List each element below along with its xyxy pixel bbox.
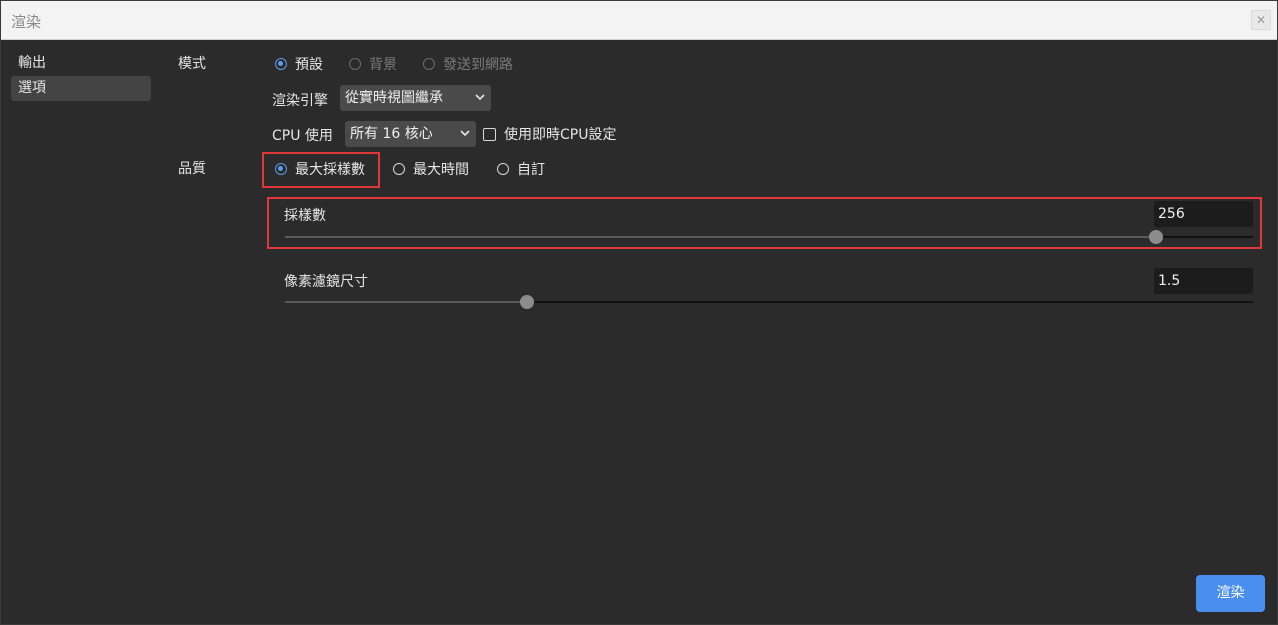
radio-label: 自訂 xyxy=(517,162,545,178)
render-dialog: 渲染 ✕ 輸出 選項 模式 預設 背景 發送到網路 渲染引擎 從實時視圖繼承 C… xyxy=(0,0,1278,625)
samples-slider-handle[interactable] xyxy=(1149,230,1164,244)
pixel-filter-label: 像素濾鏡尺寸 xyxy=(284,274,368,290)
samples-value: 256 xyxy=(1158,206,1185,222)
cpu-select[interactable]: 所有 16 核心 xyxy=(345,121,476,147)
sidebar-item-label: 選項 xyxy=(18,80,46,96)
sidebar-item-options[interactable]: 選項 xyxy=(11,76,151,101)
sidebar-item-label: 輸出 xyxy=(18,55,46,71)
mode-radio-default[interactable]: 預設 xyxy=(275,54,323,74)
samples-slider[interactable] xyxy=(285,230,1253,244)
radio-unchecked-icon xyxy=(393,163,405,175)
radio-unchecked-icon xyxy=(497,163,509,175)
cpu-label: CPU 使用 xyxy=(272,128,333,144)
chevron-down-icon xyxy=(460,130,470,136)
samples-label: 採樣數 xyxy=(284,208,326,224)
radio-checked-icon xyxy=(275,163,287,175)
pixel-filter-value: 1.5 xyxy=(1158,273,1181,289)
title-bar[interactable]: 渲染 ✕ xyxy=(1,1,1277,40)
render-button-label: 渲染 xyxy=(1216,585,1245,601)
quality-radio-custom[interactable]: 自訂 xyxy=(497,159,545,179)
close-icon: ✕ xyxy=(1255,13,1267,27)
render-button[interactable]: 渲染 xyxy=(1196,575,1265,612)
pixel-filter-slider-handle[interactable] xyxy=(520,295,534,309)
mode-radio-network[interactable]: 發送到網路 xyxy=(423,54,513,74)
pixel-filter-slider-fill xyxy=(285,301,527,303)
realtime-cpu-checkbox[interactable]: 使用即時CPU設定 xyxy=(483,124,616,144)
sidebar: 輸出 選項 xyxy=(1,39,161,624)
radio-label: 最大時間 xyxy=(413,162,469,178)
radio-unchecked-icon xyxy=(423,58,435,70)
pixel-filter-slider[interactable] xyxy=(285,295,1253,309)
cpu-select-value: 所有 16 核心 xyxy=(350,126,433,142)
quality-radio-max-time[interactable]: 最大時間 xyxy=(393,159,469,179)
checkbox-icon xyxy=(483,127,496,141)
engine-select-value: 從實時視圖繼承 xyxy=(345,90,443,106)
quality-label: 品質 xyxy=(178,161,206,177)
window-title: 渲染 xyxy=(11,13,42,31)
radio-label: 背景 xyxy=(369,57,397,73)
quality-radio-max-samples[interactable]: 最大採樣數 xyxy=(275,159,365,179)
engine-select[interactable]: 從實時視圖繼承 xyxy=(340,85,491,111)
checkbox-label: 使用即時CPU設定 xyxy=(504,127,617,143)
close-button[interactable]: ✕ xyxy=(1251,10,1271,30)
radio-unchecked-icon xyxy=(349,58,361,70)
radio-label: 最大採樣數 xyxy=(295,162,365,178)
engine-label: 渲染引擎 xyxy=(272,93,328,109)
chevron-down-icon xyxy=(475,94,485,100)
pixel-filter-input[interactable]: 1.5 xyxy=(1154,268,1253,294)
samples-input[interactable]: 256 xyxy=(1154,201,1253,227)
radio-label: 預設 xyxy=(295,57,323,73)
radio-checked-icon xyxy=(275,58,287,70)
mode-label: 模式 xyxy=(178,56,206,72)
samples-slider-fill xyxy=(285,236,1157,238)
sidebar-item-output[interactable]: 輸出 xyxy=(11,51,151,76)
samples-highlight xyxy=(267,197,1262,249)
radio-label: 發送到網路 xyxy=(443,57,513,73)
mode-radio-background[interactable]: 背景 xyxy=(349,54,397,74)
